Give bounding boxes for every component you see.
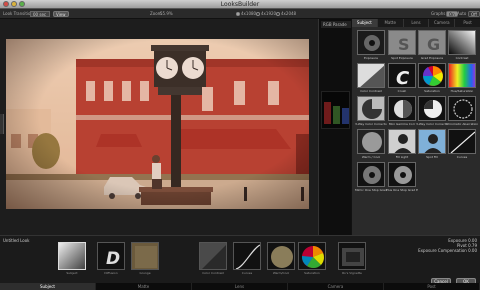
group-tab-post[interactable]: Post	[384, 283, 480, 290]
group-tabs: Subject Matte Lens Camera Post	[0, 283, 480, 290]
tool-three-way-2[interactable]: 3-Way Color Corrector	[416, 96, 448, 127]
crush-icon: C	[388, 63, 416, 88]
layer-vignette[interactable]: Ro's Vignette	[338, 242, 366, 276]
minus-one-stop-icon	[357, 162, 385, 187]
tool-three-way[interactable]: 3-Way Color Corrector	[355, 96, 387, 127]
warm-cool-icon	[357, 129, 385, 154]
tool-spot-fill[interactable]: Spot Fill	[418, 129, 446, 160]
scope-title[interactable]: RGB Parade	[321, 21, 351, 28]
tools-panel: Subject Matte Lens Camera Post Exposure …	[351, 19, 480, 235]
layer-subject[interactable]: Subject	[58, 242, 86, 276]
exposure-icon	[357, 30, 385, 55]
res-option-1[interactable]: 4x1080	[236, 11, 256, 16]
res-option-2[interactable]: 4x1920	[256, 11, 276, 16]
layer-curves[interactable]: Curves	[233, 242, 261, 276]
grad-exposure-icon: G	[418, 30, 446, 55]
layer-warm-cool[interactable]: Warm/Cool	[267, 242, 295, 276]
subject-layer-icon	[58, 242, 86, 270]
curves-icon	[448, 129, 476, 154]
tool-grad-exposure[interactable]: G Grad Exposure	[418, 30, 446, 61]
diffusion-layer-icon: D	[97, 242, 125, 270]
tab-post[interactable]: Post	[455, 19, 480, 27]
tool-color-contrast[interactable]: Color Contrast	[357, 63, 385, 94]
look-stack: Untitled Look Subject D Diffusion Grunge…	[0, 235, 480, 285]
window-title: LooksBuilder	[220, 1, 260, 8]
tool-fill-light[interactable]: Fill Light	[388, 129, 416, 160]
tool-plus-one-stop[interactable]: Plus One Stop Grad Exposure	[386, 162, 418, 193]
tool-curves[interactable]: Curves	[448, 129, 476, 160]
toolbar: Look Transition 00 sec View Zoom 55.9% 4…	[0, 9, 480, 19]
preview-stage	[0, 19, 318, 235]
group-tab-camera[interactable]: Camera	[288, 283, 384, 290]
layer-color-contrast[interactable]: Color Contrast	[199, 242, 227, 276]
group-tab-matte[interactable]: Matte	[96, 283, 192, 290]
scopes-panel: RGB Parade	[318, 19, 351, 235]
saturation-layer-icon	[298, 242, 326, 270]
auto-label: Auto	[457, 11, 467, 16]
stage-side-handle[interactable]	[0, 114, 4, 134]
tool-chromatic-aberration[interactable]: Chromatic Aberration	[446, 96, 478, 127]
category-tabs: Subject Matte Lens Camera Post	[352, 19, 480, 27]
hue-saturation-icon	[448, 63, 476, 88]
tool-contrast[interactable]: Contrast	[448, 30, 476, 61]
saturation-icon	[418, 63, 446, 88]
group-tab-lens[interactable]: Lens	[192, 283, 288, 290]
parameter-readout: Exposure 0.00 Pivot 0.79 Exposure Compen…	[402, 238, 477, 253]
tab-subject[interactable]: Subject	[352, 19, 378, 27]
view-button[interactable]: View	[53, 11, 69, 17]
svg-text:G: G	[427, 35, 440, 54]
look-transition-label: Look Transition	[3, 11, 33, 16]
mini-gamma-icon	[388, 96, 416, 121]
three-way-color-icon	[357, 96, 385, 121]
layer-saturation[interactable]: Saturation	[298, 242, 326, 276]
graphs-label: Graphs	[431, 11, 446, 16]
contrast-icon	[448, 30, 476, 55]
zoom-value[interactable]: 55.9%	[160, 11, 173, 16]
radio-icon	[276, 12, 280, 16]
three-way-color-icon-2	[418, 96, 446, 121]
radio-icon	[256, 12, 260, 16]
color-contrast-icon	[357, 63, 385, 88]
tab-matte[interactable]: Matte	[378, 19, 404, 27]
tool-exposure[interactable]: Exposure	[357, 30, 385, 61]
grunge-layer-icon	[131, 242, 159, 270]
tool-crush[interactable]: C Crush	[388, 63, 416, 94]
color-contrast-layer-icon	[199, 242, 227, 270]
spot-exposure-icon: S	[388, 30, 416, 55]
title-bar: LooksBuilder	[0, 0, 480, 9]
readout-exposure-compensation[interactable]: Exposure Compensation 0.00	[402, 248, 477, 253]
layer-diffusion[interactable]: D Diffusion	[97, 242, 125, 276]
auto-toggle[interactable]: Off	[468, 11, 480, 17]
graphs-toggle[interactable]: On	[446, 11, 458, 17]
street-scene-image	[6, 39, 309, 209]
group-tab-subject[interactable]: Subject	[0, 283, 96, 290]
rgb-parade-scope	[321, 91, 350, 129]
tool-spot-exposure[interactable]: S Spot Exposure	[388, 30, 416, 61]
fill-light-icon	[388, 129, 416, 154]
waveform-icon	[324, 102, 349, 124]
tab-lens[interactable]: Lens	[404, 19, 430, 27]
tool-mini-gamma[interactable]: Mini Gamma Corr	[388, 96, 416, 127]
warm-cool-layer-icon	[267, 242, 295, 270]
svg-text:D: D	[106, 249, 120, 269]
plus-one-stop-icon	[388, 162, 416, 187]
vignette-layer-icon	[338, 242, 366, 270]
svg-text:S: S	[398, 35, 410, 54]
spot-fill-icon	[418, 129, 446, 154]
look-transition-field[interactable]: 00 sec	[30, 11, 50, 17]
res-option-3[interactable]: 4x2048	[276, 11, 296, 16]
curves-layer-icon	[233, 242, 261, 270]
chromatic-aberration-icon	[448, 96, 476, 121]
svg-text:C: C	[396, 68, 410, 88]
tool-minus-one-stop[interactable]: Mimic One Stop Grad Exposure	[355, 162, 387, 193]
tool-saturation[interactable]: Saturation	[418, 63, 446, 94]
look-name[interactable]: Untitled Look	[3, 238, 29, 243]
preview-image[interactable]	[6, 39, 309, 209]
radio-icon	[236, 12, 240, 16]
tab-camera[interactable]: Camera	[429, 19, 456, 27]
tool-warm-cool[interactable]: Warm / Cool	[357, 129, 385, 160]
layer-grunge[interactable]: Grunge	[131, 242, 159, 276]
tool-hue-saturation[interactable]: Hue/Saturation	[448, 63, 476, 94]
